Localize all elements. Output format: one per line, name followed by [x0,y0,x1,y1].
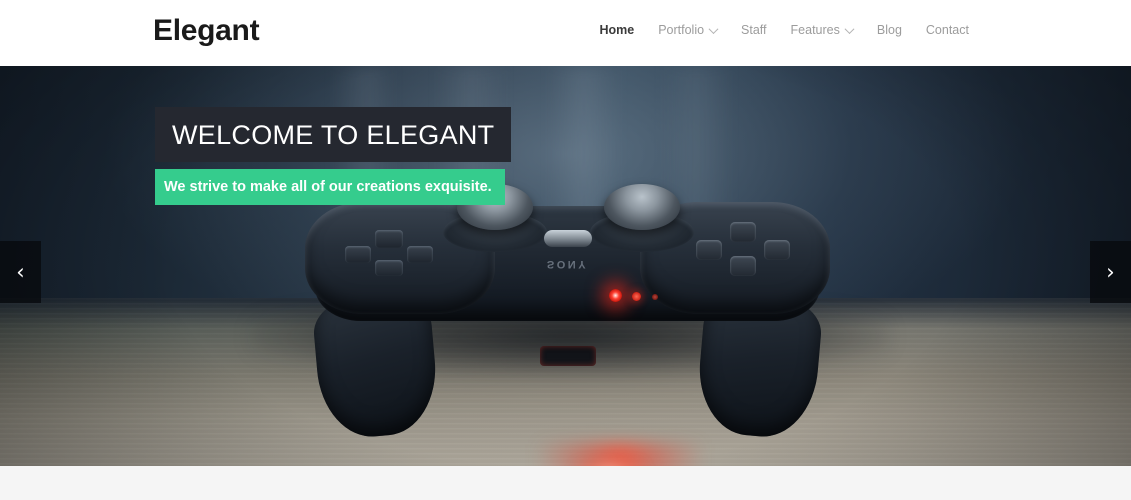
site-logo[interactable]: Elegant [153,13,260,49]
controller-led-indicator-primary [609,289,622,302]
controller-led-indicator-tertiary [652,294,658,300]
controller-port-slot [539,346,596,366]
slider-prev-arrow-icon[interactable]: ‹ [0,241,41,303]
nav-label-blog: Blog [876,23,902,37]
main-navigation: Home Portfolio Staff Features Blog Conta… [587,22,981,38]
site-header: Elegant Home Portfolio Staff Features Bl… [0,0,1131,66]
chevron-down-icon [844,23,855,34]
slider-next-arrow-icon[interactable]: › [1090,241,1131,303]
controller-center-button [543,230,592,247]
hero-title: WELCOME TO ELEGANT [155,107,512,162]
controller-face-buttons [692,222,796,276]
nav-item-contact[interactable]: Contact [914,22,981,38]
controller-brand-label: SONY [546,258,589,270]
hero-subtitle: We strive to make all of our creations e… [155,169,505,205]
nav-label-portfolio: Portfolio [658,23,705,37]
nav-item-blog[interactable]: Blog [865,22,914,38]
nav-label-contact: Contact [925,23,969,37]
controller-dpad [345,230,443,276]
hero-caption: WELCOME TO ELEGANT We strive to make all… [155,107,512,205]
below-fold-section [0,466,1131,500]
chevron-down-icon [708,23,719,34]
hero-slider: SONY WELCOME TO ELEGANT We strive to mak… [0,66,1131,466]
nav-item-staff[interactable]: Staff [729,22,778,38]
nav-label-staff: Staff [741,23,767,37]
nav-item-portfolio[interactable]: Portfolio [646,22,729,38]
controller-led-indicator-secondary [632,292,641,301]
nav-item-home[interactable]: Home [587,22,646,38]
nav-label-features: Features [790,23,840,37]
nav-label-home: Home [599,23,635,37]
led-floor-reflection [540,444,700,466]
nav-item-features[interactable]: Features [779,22,865,38]
controller-analog-stick-right [604,184,680,230]
